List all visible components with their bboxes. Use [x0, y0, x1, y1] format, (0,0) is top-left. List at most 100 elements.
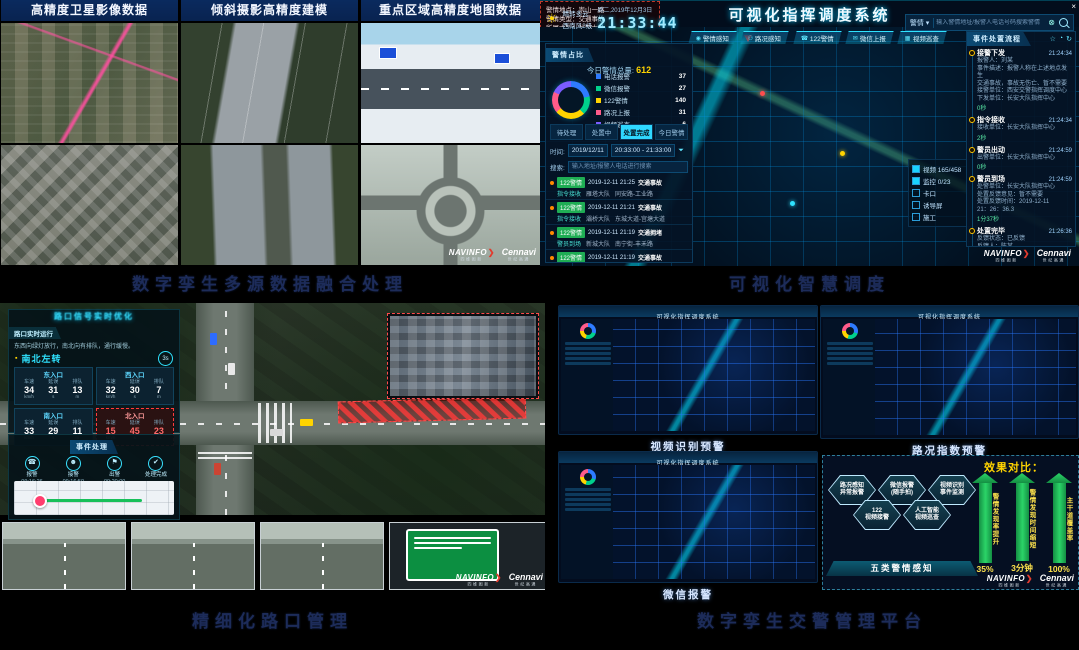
effect-comparison-panel: 效果对比： 路况感知异常报警 微信报警(随手拍) 视频识别事件监测 122视频接 [822, 455, 1079, 590]
cennavi-logo: Cennavi 世纪高通 [1040, 574, 1074, 588]
navinfo-chevron-icon: ❯ [488, 249, 495, 257]
crosswalk [258, 403, 292, 443]
nav-item[interactable]: ▦ 视频巡查 [897, 31, 946, 44]
search-category-dropdown[interactable]: 警情 ▾ [906, 18, 934, 28]
signal-panel: 路口信号实时优化 路口实时运行 东西向绿灯放行，南北向有排队，通行缓慢。 ▪ 南… [8, 309, 180, 433]
map-marker[interactable] [760, 91, 765, 96]
clear-icon[interactable]: ⊗ [1046, 18, 1057, 27]
nav-item[interactable]: ⚇ 路况感知 [741, 31, 790, 44]
layer-toggle[interactable]: 监控 0/23 [912, 175, 974, 187]
date-picker[interactable]: 2019/12/11 [568, 144, 608, 157]
navinfo-logo: NAVINFO❯ 四维图新 [449, 249, 495, 262]
road-scene-thumbnail [131, 522, 255, 590]
vendor-logos: NAVINFO❯ 四维图新 Cennavi 世纪高通 [984, 249, 1071, 263]
mini-donut-chart [842, 323, 858, 339]
nav-item[interactable]: ◉ 警情感知 [688, 31, 736, 44]
timeline-step: 接警下发 21:24:34 报警人：刘某 事件描述：报警人称在上述地点发生 交通… [977, 48, 1072, 112]
alert-panel: 警情占比 今日警情总量: 612 电话报警 37 微信报警 27 [545, 43, 693, 263]
status-tab[interactable]: 今日警情 [655, 124, 688, 140]
mini-city-map [613, 465, 815, 579]
close-icon[interactable]: × [1071, 2, 1076, 11]
star-icon[interactable]: ☆ [1050, 35, 1056, 43]
mini-dashboard: 可视化指挥调度系统 视频识别预警 [558, 305, 818, 454]
mini-dashboard-screen: 可视化指挥调度系统 [558, 305, 818, 435]
section-header: 路口实时运行 [9, 327, 61, 339]
navinfo-chevron-icon: ❯ [495, 574, 502, 582]
dashboard-nav: ◉ 警情感知 ⚇ 路况感知 ☎ 122警情 ✉ 微信上报 ▦ 视频巡查 [690, 31, 945, 44]
nav-item[interactable]: ✉ 微信上报 [845, 31, 893, 44]
kpi-arrows: 警情发现率提升 35% 警情发现时间缩短 3分钟 主干道覆盖率 100% [971, 473, 1073, 574]
vehicle [300, 419, 313, 426]
layer-toggle[interactable]: 视频 165/458 [912, 163, 974, 175]
step-icon: ☻ [66, 456, 81, 471]
layer-toggle[interactable]: 卡口 [912, 187, 974, 199]
timeline-step: 警员到场 21:24:59 处警单位：长安大队指挥中心 处置反馈意见：暂不需要 … [977, 174, 1072, 223]
column-hdmap: 重点区域高精度地图数据 NAVINFO❯ 四维图新 Cennavi 世纪高通 [361, 0, 540, 265]
checkbox-icon[interactable] [912, 165, 920, 173]
mini-dashboard: 可视化指挥调度系统 路况指数预警 [820, 305, 1079, 458]
alert-tag: 122警情 [557, 252, 585, 263]
alert-list-item[interactable]: 122警情 2019-12-11 21:21 交通事故 指令接收 灞桥大队 东城… [546, 200, 692, 225]
nav-icon: ▦ [905, 35, 911, 42]
map-marker[interactable] [790, 201, 795, 206]
step-icon: ✔ [148, 456, 163, 471]
alert-dot [550, 231, 554, 235]
alert-status: 警员到场 [557, 239, 581, 248]
alert-status: 指令接收 [557, 189, 581, 198]
mini-dashboard-label: 微信报警 [558, 587, 818, 602]
caption-data-fusion: 数字孪生多源数据融合处理 [0, 270, 540, 295]
column-satellite: 高精度卫星影像数据 [1, 0, 178, 265]
countdown-badge: 3s [158, 351, 173, 366]
legend-item: 电话报警 37 [596, 71, 686, 81]
legend-swatch [596, 110, 601, 115]
status-tab[interactable]: 待处理 [550, 124, 583, 140]
mini-dashboard-screen: 可视化指挥调度系统 [558, 451, 818, 583]
nav-item[interactable]: ☎ 122警情 [793, 31, 842, 44]
refresh-icon[interactable]: ↻ [1066, 35, 1072, 43]
status-tab[interactable]: 处置完成 [620, 124, 653, 140]
checkbox-icon[interactable] [912, 189, 920, 197]
filter-icon[interactable]: ⏷ [678, 147, 684, 155]
search-bar[interactable]: 警情 ▾ ⊗ [905, 14, 1074, 31]
vehicle [214, 463, 221, 475]
alert-search-input[interactable] [568, 161, 688, 173]
alert-list-item[interactable]: 122警情 2019-12-11 21:25 交通事故 指令接收 雁塔大队 同安… [546, 175, 692, 200]
kpi-arrow: 警情发现率提升 35% [971, 473, 999, 574]
cennavi-logo: Cennavi 世纪高通 [1037, 249, 1071, 263]
column-oblique: 倾斜摄影高精度建模 [181, 0, 358, 265]
entrance-card[interactable]: 西入口 车速 32 km/h 延误 30 s [96, 367, 175, 405]
vehicle [210, 333, 217, 345]
search-input[interactable] [934, 19, 1046, 27]
dispatch-dashboard: ☀ 晴转多云 西南风2级 周二,2019年12月3日 21:33:44 可视化指… [540, 0, 1079, 266]
guide-sign-thumbnail: NAVINFO❯ 四维图新 Cennavi 世纪高通 [389, 522, 545, 590]
navinfo-chevron-icon: ❯ [1023, 250, 1030, 258]
alert-list: 122警情 2019-12-11 21:25 交通事故 指令接收 雁塔大队 同安… [546, 175, 692, 263]
cennavi-logo: Cennavi 世纪高通 [502, 248, 536, 262]
search-icon[interactable] [1059, 18, 1068, 27]
aerial-image-top [181, 23, 358, 143]
perception-hexagons: 路况感知异常报警 微信报警(随手拍) 视频识别事件监测 122视频接警 人工智能… [826, 475, 978, 530]
event-timeline: 接警下发 21:24:34 报警人：刘某 事件描述：报警人称在上述地点发生 交通… [977, 48, 1075, 247]
map-marker[interactable] [840, 151, 845, 156]
mini-donut-chart [580, 469, 596, 485]
incident-marker [33, 494, 47, 508]
alert-list-item[interactable]: 122警情 2019-12-11 21:19 交通事故 处置完成 新城大队 五路… [546, 250, 692, 263]
video-popup[interactable] [387, 313, 539, 399]
legend-item: 路况上报 31 [596, 107, 686, 117]
checkbox-icon[interactable] [912, 201, 920, 209]
layer-toggle[interactable]: 施工 [912, 211, 974, 223]
checkbox-icon[interactable] [912, 213, 920, 221]
alert-list-item[interactable]: 122警情 2019-12-11 21:19 交通拥堵 警员到场 新城大队 南宁… [546, 225, 692, 250]
entrance-card[interactable]: 东入口 车速 34 km/h 延误 31 s [14, 367, 93, 405]
hd-map-image [361, 23, 540, 143]
panel-header: 事件处置流程 [967, 32, 1031, 46]
caption-smart-dispatch: 可视化智慧调度 [540, 270, 1079, 295]
alert-dot [550, 256, 554, 260]
layer-toggle[interactable]: 诱导屏 [912, 199, 974, 211]
phase-dot-icon: ▪ [15, 355, 17, 362]
time-range-picker[interactable]: 20:33:00 - 21:33:00 [611, 144, 675, 157]
alert-tag: 122警情 [557, 177, 585, 188]
checkbox-icon[interactable] [912, 177, 920, 185]
status-tab[interactable]: 处置中 [585, 124, 618, 140]
clock-icon[interactable]: ◔ [1059, 35, 1063, 43]
